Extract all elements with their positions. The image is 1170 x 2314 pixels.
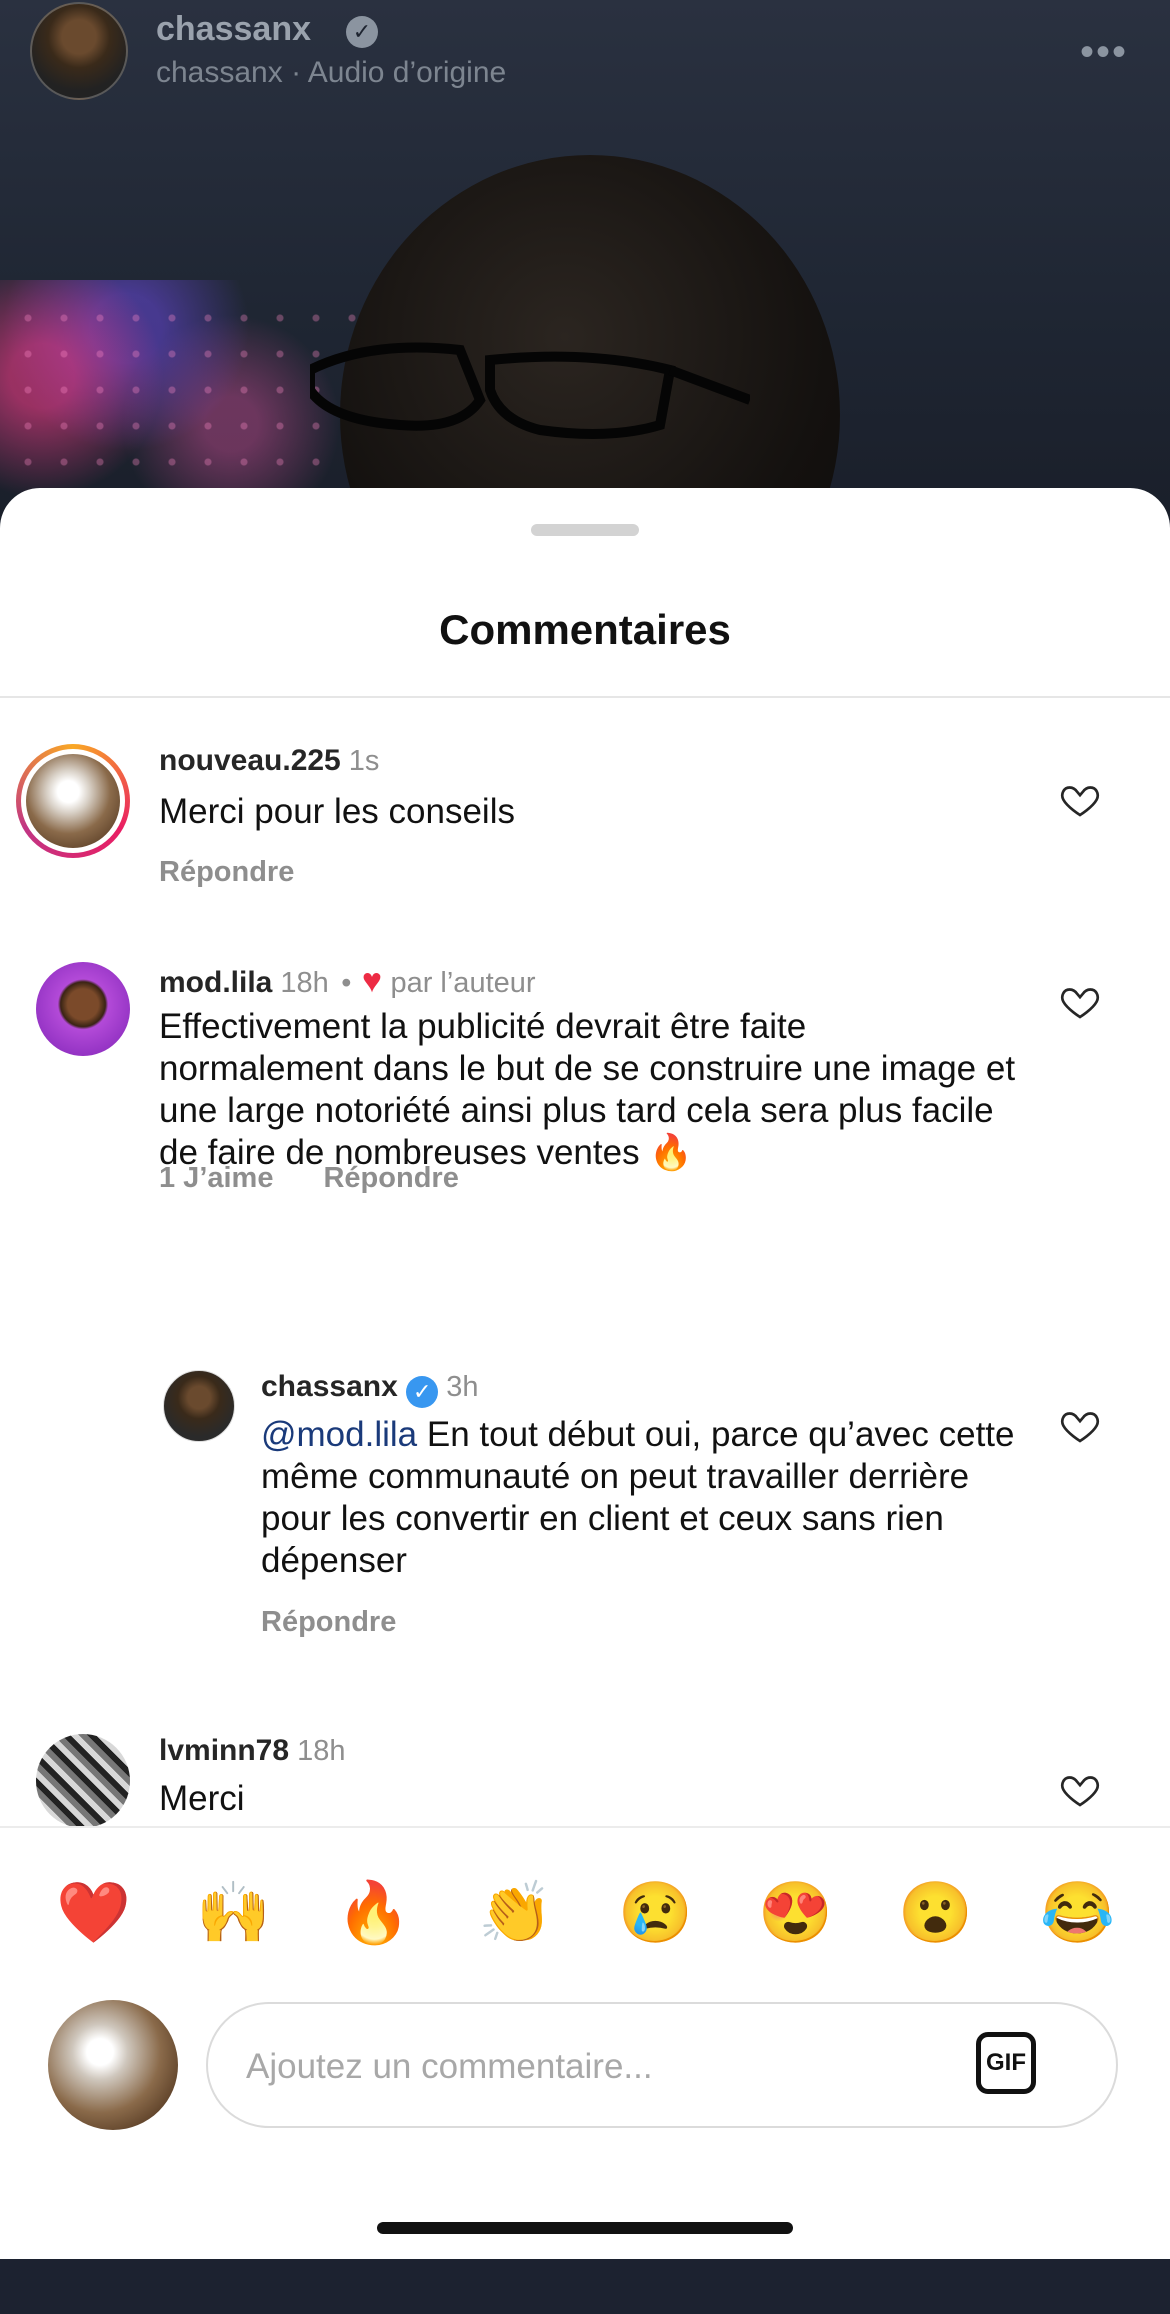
comment-text: @mod.lila En tout début oui, parce qu’av… xyxy=(261,1414,1031,1582)
avatar xyxy=(26,754,120,848)
comment-time: 18h xyxy=(280,967,329,999)
reply-button[interactable]: Répondre xyxy=(159,856,294,888)
comment-header: chassanx ✓ 3h xyxy=(261,1370,478,1408)
comment-actions: Répondre xyxy=(159,856,344,889)
author-liked-heart-icon: ♥ xyxy=(361,962,382,1000)
comment-text: Effectivement la publicité devrait être … xyxy=(159,1007,1016,1172)
like-heart-icon[interactable] xyxy=(1060,982,1100,1022)
separator-dot: • xyxy=(341,967,352,999)
emoji-heart-eyes-button[interactable]: 😍 xyxy=(758,1878,833,1948)
emoji-crying-button[interactable]: 😢 xyxy=(618,1878,693,1948)
comment-username[interactable]: mod.lila xyxy=(159,966,272,999)
emoji-laughing-button[interactable]: 😂 xyxy=(1040,1878,1115,1948)
audio-source-link[interactable]: chassanx · Audio d’origine xyxy=(156,56,506,90)
home-indicator[interactable] xyxy=(377,2222,793,2234)
comment-composer[interactable]: GIF xyxy=(206,2002,1118,2128)
comment-time: 3h xyxy=(446,1371,479,1403)
reply-button[interactable]: Répondre xyxy=(261,1606,396,1638)
mention-link[interactable]: @mod.lila xyxy=(261,1415,417,1454)
avatar[interactable] xyxy=(163,1370,235,1442)
comment-input[interactable] xyxy=(244,2034,948,2100)
comment-username[interactable]: chassanx xyxy=(261,1370,398,1403)
like-heart-icon[interactable] xyxy=(1060,780,1100,820)
comment-text: Merci xyxy=(159,1779,245,1818)
person-glasses xyxy=(310,342,750,439)
comment-text: Merci pour les conseils xyxy=(159,792,515,831)
like-heart-icon[interactable] xyxy=(1060,1770,1100,1810)
author-liked-label: par l’auteur xyxy=(390,967,536,999)
comment-header: lvminn78 18h xyxy=(159,1734,345,1768)
like-heart-icon[interactable] xyxy=(1060,1406,1100,1446)
likes-count-button[interactable]: 1 J’aime xyxy=(159,1162,273,1194)
comment-actions: Répondre xyxy=(261,1606,446,1639)
sheet-title: Commentaires xyxy=(439,606,731,653)
avatar[interactable] xyxy=(36,1734,130,1828)
emoji-quick-bar: ❤️ 🙌 🔥 👏 😢 😍 😮 😂 xyxy=(0,1878,1170,1948)
gif-button[interactable]: GIF xyxy=(976,2032,1036,2094)
reel-header: chassanx ✓ chassanx · Audio d’origine ••… xyxy=(0,0,1170,110)
comment-header: mod.lila 18h • ♥ par l’auteur xyxy=(159,962,536,1001)
comment-header: nouveau.225 1s xyxy=(159,744,379,778)
emoji-raised-hands-button[interactable]: 🙌 xyxy=(196,1878,271,1948)
author-username[interactable]: chassanx xyxy=(156,10,311,49)
comment-username[interactable]: lvminn78 xyxy=(159,1734,289,1767)
comment-actions: 1 J’aime Répondre xyxy=(159,1162,509,1195)
comment-time: 1s xyxy=(348,745,380,777)
verified-badge-icon: ✓ xyxy=(346,16,378,48)
emoji-surprised-button[interactable]: 😮 xyxy=(898,1878,973,1948)
emoji-heart-button[interactable]: ❤️ xyxy=(56,1878,131,1948)
verified-badge-icon: ✓ xyxy=(406,1376,439,1408)
sheet-drag-handle[interactable] xyxy=(531,524,639,536)
emoji-bar-divider xyxy=(0,1826,1170,1828)
title-divider xyxy=(0,696,1170,698)
author-avatar[interactable] xyxy=(30,2,128,100)
my-avatar xyxy=(48,2000,178,2130)
avatar[interactable] xyxy=(36,962,130,1056)
comments-sheet: Commentaires nouveau.225 1s Merci pour le… xyxy=(0,488,1170,2259)
emoji-clap-button[interactable]: 👏 xyxy=(478,1878,553,1948)
comment-time: 18h xyxy=(297,1735,346,1767)
emoji-fire-button[interactable]: 🔥 xyxy=(336,1878,411,1948)
more-horizontal-icon[interactable]: ••• xyxy=(1080,30,1128,75)
comment-username[interactable]: nouveau.225 xyxy=(159,744,341,777)
reply-button[interactable]: Répondre xyxy=(323,1162,458,1194)
avatar-story-ring[interactable] xyxy=(16,744,130,858)
